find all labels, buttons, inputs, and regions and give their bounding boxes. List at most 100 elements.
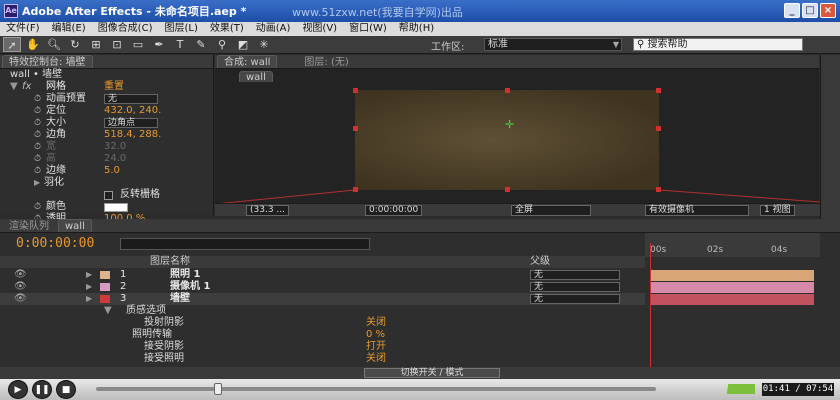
material-property-value[interactable]: 0 % [366, 329, 385, 341]
playhead[interactable] [650, 243, 651, 367]
seek-thumb[interactable] [213, 383, 222, 395]
stopwatch-icon[interactable]: ⏱ [34, 141, 41, 153]
eye-icon[interactable]: 👁︎ [14, 281, 27, 293]
effect-property-row[interactable]: ⏱ 边角 518.4, 288. [0, 129, 213, 141]
effect-property-value[interactable]: 32.0 [104, 141, 126, 153]
stopwatch-icon[interactable]: ⏱ [34, 165, 41, 177]
eraser-tool-icon[interactable]: ◩ [234, 37, 252, 52]
layer-name[interactable]: 墙壁 [170, 293, 190, 305]
menu-layer[interactable]: 图层(L) [158, 22, 203, 36]
anchor-point-icon[interactable]: ✛ [505, 118, 514, 131]
pen-tool-icon[interactable]: ✒ [150, 37, 168, 52]
layer-row[interactable]: 👁︎ ▶ 1 照明 1 无 [0, 269, 645, 281]
effect-property-value[interactable]: 24.0 [104, 153, 126, 165]
reset-link[interactable]: 重置 [104, 81, 124, 93]
close-button[interactable]: × [820, 3, 836, 18]
parent-select[interactable]: 无 [530, 270, 620, 280]
effect-property-row[interactable]: ⏱ 定位 432.0, 240. [0, 105, 213, 117]
material-property-row[interactable]: 接受照明 关闭 [0, 353, 645, 365]
stopwatch-icon[interactable]: ⏱ [34, 105, 41, 117]
pan-tool-icon[interactable]: ⊡ [108, 37, 126, 52]
corner-handle[interactable] [656, 88, 661, 93]
layer-name[interactable]: 照明 1 [170, 269, 200, 281]
material-property-value[interactable]: 关闭 [366, 353, 386, 365]
expand-triangle-icon[interactable]: ▶ [86, 293, 92, 305]
material-property-value[interactable]: 打开 [366, 341, 386, 353]
toggle-switches-modes-button[interactable]: 切换开关 / 模式 [364, 368, 500, 378]
effect-property-row[interactable]: ⏱ 宽 32.0 [0, 141, 213, 153]
menu-effect[interactable]: 效果(T) [204, 22, 250, 36]
layer-search-input[interactable] [120, 238, 370, 250]
resolution-select[interactable]: 全屏 [511, 205, 591, 216]
tab-layer[interactable]: 图层: (无) [297, 55, 355, 68]
stopwatch-icon[interactable]: ⏱ [34, 153, 41, 165]
effect-property-value[interactable]: 5.0 [104, 165, 120, 177]
zoom-select[interactable]: (33.3 ... [246, 205, 289, 216]
effect-property-row[interactable]: ▶ 羽化 [0, 177, 213, 189]
maximize-button[interactable]: □ [802, 3, 818, 18]
search-help-input[interactable]: ⚲ 搜索帮助 [633, 38, 803, 51]
effect-property-row[interactable]: ⏱ 动画预置 无 [0, 93, 213, 105]
menu-help[interactable]: 帮助(H) [393, 22, 440, 36]
expand-triangle-icon[interactable]: ▶ [86, 281, 92, 293]
parent-select[interactable]: 无 [530, 294, 620, 304]
tab-render-queue[interactable]: 渲染队列 [2, 219, 56, 232]
effect-property-value[interactable]: 518.4, 288. [104, 129, 161, 141]
tab-effect-controls[interactable]: 特效控制台: 墙壁 [2, 55, 93, 68]
material-property-row[interactable]: 投射阴影 关闭 [0, 317, 645, 329]
material-property-row[interactable]: 照明传输 0 % [0, 329, 645, 341]
layer-name[interactable]: 摄像机 1 [170, 281, 210, 293]
minimize-button[interactable]: _ [784, 3, 800, 18]
menu-animation[interactable]: 动画(A) [250, 22, 297, 36]
tab-composition[interactable]: 合成: wall [217, 55, 278, 68]
effect-property-select[interactable]: 边角点 [104, 118, 158, 128]
volume-slider[interactable] [700, 384, 755, 394]
effect-property-select[interactable]: 无 [104, 94, 158, 104]
edge-handle[interactable] [505, 88, 510, 93]
edge-handle[interactable] [353, 126, 358, 131]
label-color-swatch[interactable] [100, 283, 110, 291]
layer-duration-bar[interactable] [650, 270, 814, 281]
timeline-timecode[interactable]: 0:00:00:00 [16, 236, 94, 251]
selection-tool-icon[interactable]: ➚ [3, 37, 21, 52]
play-icon[interactable]: ▶ [8, 380, 28, 399]
puppet-tool-icon[interactable]: ✳ [255, 37, 273, 52]
expand-triangle-icon[interactable]: ▶ [34, 177, 40, 189]
expand-triangle-icon[interactable]: ▼ [10, 81, 18, 93]
menu-file[interactable]: 文件(F) [0, 22, 46, 36]
effect-property-row[interactable]: ⏱ 高 24.0 [0, 153, 213, 165]
tab-wall[interactable]: wall [239, 70, 273, 83]
material-options-group[interactable]: ▼ 质感选项 [0, 305, 645, 317]
eye-icon[interactable]: 👁︎ [14, 293, 27, 305]
menu-window[interactable]: 窗口(W) [343, 22, 393, 36]
expand-triangle-icon[interactable]: ▶ [86, 269, 92, 281]
menu-view[interactable]: 视图(V) [296, 22, 343, 36]
seek-bar[interactable] [96, 383, 656, 395]
stopwatch-icon[interactable]: ⏱ [34, 93, 41, 105]
rectangle-tool-icon[interactable]: ▭ [129, 37, 147, 52]
active-camera-select[interactable]: 有效摄像机 [645, 205, 749, 216]
material-property-row[interactable]: 接受阴影 打开 [0, 341, 645, 353]
hand-tool-icon[interactable]: ✋ [24, 37, 42, 52]
brush-tool-icon[interactable]: ✎ [192, 37, 210, 52]
label-color-swatch[interactable] [100, 295, 110, 303]
text-tool-icon[interactable]: T [171, 37, 189, 52]
zoom-tool-icon[interactable]: 🔍︎ [45, 37, 63, 52]
stop-icon[interactable]: ■ [56, 380, 76, 399]
menu-edit[interactable]: 编辑(E) [46, 22, 92, 36]
label-color-swatch[interactable] [100, 271, 110, 279]
layer-row[interactable]: 👁︎ ▶ 3 墙壁 无 [0, 293, 645, 305]
camera-tool-icon[interactable]: ⊞ [87, 37, 105, 52]
material-property-value[interactable]: 关闭 [366, 317, 386, 329]
effect-property-row[interactable]: ⏱ 边缘 5.0 [0, 165, 213, 177]
stopwatch-icon[interactable]: ⏱ [34, 201, 41, 213]
effect-property-value[interactable]: 432.0, 240. [104, 105, 161, 117]
effect-property-row[interactable]: ⏱ 大小 边角点 [0, 117, 213, 129]
current-time-display[interactable]: 0:00:00:00 [365, 205, 423, 216]
stopwatch-icon[interactable]: ⏱ [34, 129, 41, 141]
effect-property-row[interactable]: ⏱ 颜色 [0, 201, 213, 213]
rotate-tool-icon[interactable]: ↻ [66, 37, 84, 52]
time-ruler[interactable]: 00s 02s 04s [645, 233, 820, 257]
workspace-select[interactable]: 标准 ▼ [484, 38, 622, 51]
stopwatch-icon[interactable]: ⏱ [34, 117, 41, 129]
